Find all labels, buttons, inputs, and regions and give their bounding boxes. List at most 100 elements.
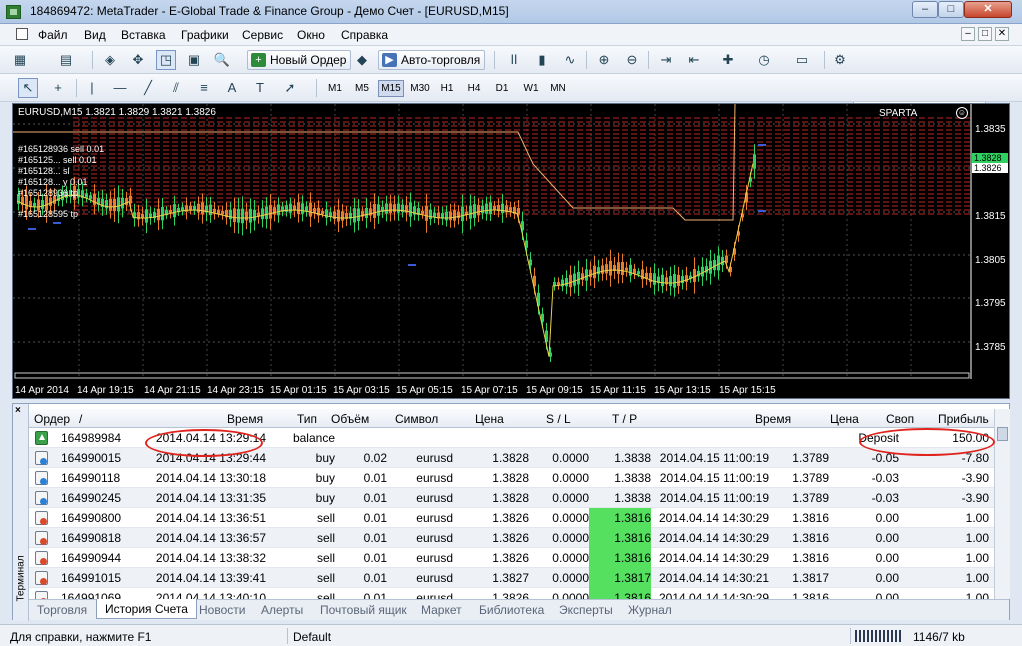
timeframe-w1[interactable]: W1 bbox=[519, 80, 543, 97]
vertical-line-icon[interactable]: | bbox=[82, 78, 102, 98]
tab-mailbox[interactable]: Почтовый ящик bbox=[320, 603, 407, 617]
profiles-icon[interactable]: ▤ bbox=[56, 50, 76, 70]
timeframe-d1[interactable]: D1 bbox=[491, 80, 513, 97]
bar-chart-icon[interactable]: ǀǀ bbox=[504, 50, 524, 70]
timeframe-h1[interactable]: H1 bbox=[436, 80, 458, 97]
templates-icon[interactable]: ▭ bbox=[792, 50, 812, 70]
horizontal-line-icon[interactable]: — bbox=[110, 78, 130, 98]
scroll-thumb[interactable] bbox=[997, 427, 1008, 441]
zoom-out-icon[interactable]: ⊖ bbox=[622, 50, 642, 70]
chart-shift-icon[interactable]: ⇤ bbox=[684, 50, 704, 70]
col-sl[interactable]: S / L bbox=[546, 412, 571, 426]
arrows-icon[interactable]: ➚ bbox=[280, 78, 300, 98]
candlestick-icon[interactable]: ▮ bbox=[532, 50, 552, 70]
terminal-close-icon[interactable]: × bbox=[15, 405, 21, 416]
timeframe-h4[interactable]: H4 bbox=[463, 80, 485, 97]
tab-library[interactable]: Библиотека bbox=[479, 603, 544, 617]
tab-market[interactable]: Маркет bbox=[421, 603, 462, 617]
col-symbol[interactable]: Символ bbox=[395, 412, 438, 426]
chart-scrollbar bbox=[14, 372, 970, 379]
terminal-panel: × Терминал Ордер / Время Тип Объём Симво… bbox=[12, 403, 1010, 621]
new-order-button[interactable]: + Новый Ордер bbox=[247, 50, 352, 70]
col-order[interactable]: Ордер bbox=[34, 412, 70, 426]
col-volume[interactable]: Объём bbox=[331, 412, 369, 426]
col-profit[interactable]: Прибыль bbox=[938, 412, 989, 426]
timeframe-m30[interactable]: M30 bbox=[407, 80, 433, 97]
terminal-icon[interactable]: ▣ bbox=[184, 50, 204, 70]
menu-help[interactable]: Справка bbox=[341, 28, 388, 42]
history-row[interactable]: 164990118 2014.04.14 13:30:18 buy 0.01 eurus… bbox=[29, 468, 994, 488]
navigator-icon[interactable]: ◳ bbox=[156, 50, 176, 70]
tab-journal[interactable]: Журнал bbox=[628, 603, 672, 617]
candle bbox=[357, 208, 360, 222]
timeframe-m5[interactable]: M5 bbox=[351, 80, 373, 97]
market-watch-icon[interactable]: ◈ bbox=[100, 50, 120, 70]
chart-window-icon[interactable] bbox=[16, 28, 28, 40]
tester-icon[interactable]: 🔍 bbox=[212, 50, 232, 70]
history-row[interactable]: 164990800 2014.04.14 13:36:51 sell 0.01 euru… bbox=[29, 508, 994, 528]
metaeditor-icon[interactable]: ◆ bbox=[352, 50, 372, 70]
history-row[interactable]: 164990818 2014.04.14 13:36:57 sell 0.01 euru… bbox=[29, 528, 994, 548]
cell-open-time: 2014.04.14 13:30:18 bbox=[155, 471, 266, 485]
cell-tp: 1.3817 bbox=[614, 571, 651, 585]
price-chart[interactable]: EURUSD,M15 1.3821 1.3829 1.3821 1.3826 #… bbox=[12, 103, 1010, 399]
history-row[interactable]: 164990245 2014.04.14 13:31:35 buy 0.01 eurus… bbox=[29, 488, 994, 508]
zoom-in-icon[interactable]: ⊕ bbox=[594, 50, 614, 70]
mdi-close-button[interactable]: ✕ bbox=[995, 27, 1009, 41]
channel-icon[interactable]: ⫽ bbox=[166, 78, 186, 98]
history-row[interactable]: 164990944 2014.04.14 13:38:32 sell 0.01 euru… bbox=[29, 548, 994, 568]
menu-tools[interactable]: Сервис bbox=[242, 28, 283, 42]
mdi-restore-button[interactable]: □ bbox=[978, 27, 992, 41]
close-button[interactable]: ✕ bbox=[964, 1, 1012, 18]
time-tick: 14 Apr 2014 bbox=[15, 385, 69, 396]
cell-volume: 0.01 bbox=[363, 491, 387, 505]
trendline-icon[interactable]: ╱ bbox=[138, 78, 158, 98]
cursor-icon[interactable]: ↖ bbox=[18, 78, 38, 98]
tab-news[interactable]: Новости bbox=[199, 603, 245, 617]
menu-charts[interactable]: Графики bbox=[181, 28, 229, 42]
order-marker bbox=[758, 144, 766, 146]
cell-profit: -3.90 bbox=[961, 471, 989, 485]
autoscroll-icon[interactable]: ⇥ bbox=[656, 50, 676, 70]
maximize-button[interactable]: □ bbox=[938, 1, 964, 18]
menu-file[interactable]: Файл bbox=[38, 28, 68, 42]
crosshair-icon[interactable]: + bbox=[48, 78, 68, 98]
menu-window[interactable]: Окно bbox=[297, 28, 325, 42]
menu-view[interactable]: Вид bbox=[84, 28, 106, 42]
col-tp[interactable]: T / P bbox=[612, 412, 637, 426]
expert-smiley-icon[interactable]: ☺ bbox=[956, 107, 968, 119]
menu-insert[interactable]: Вставка bbox=[121, 28, 166, 42]
options-gear-icon[interactable]: ⚙ bbox=[830, 50, 850, 70]
mdi-minimize-button[interactable]: – bbox=[961, 27, 975, 41]
data-window-icon[interactable]: ✥ bbox=[128, 50, 148, 70]
cell-order: 164989984 bbox=[61, 431, 122, 445]
new-chart-icon[interactable]: ▦ bbox=[10, 50, 30, 70]
auto-trading-button[interactable]: ▶ Авто-торговля bbox=[378, 50, 486, 70]
text-label-icon[interactable]: T bbox=[250, 78, 270, 98]
line-chart-icon[interactable]: ∿ bbox=[560, 50, 580, 70]
minimize-button[interactable]: – bbox=[912, 1, 938, 18]
auto-trading-icon: ▶ bbox=[382, 53, 397, 67]
cell-open-time: 2014.04.14 13:38:32 bbox=[155, 551, 266, 565]
periods-icon[interactable]: ◷ bbox=[754, 50, 774, 70]
timeframe-m1[interactable]: M1 bbox=[324, 80, 346, 97]
cell-tp: 1.3838 bbox=[614, 471, 651, 485]
text-icon[interactable]: A bbox=[222, 78, 242, 98]
tab-trade[interactable]: Торговля bbox=[37, 603, 87, 617]
fibonacci-icon[interactable]: ≡ bbox=[194, 78, 214, 98]
col-open-time[interactable]: Время bbox=[227, 412, 263, 426]
tab-experts[interactable]: Эксперты bbox=[559, 603, 613, 617]
history-row[interactable]: 164991015 2014.04.14 13:39:41 sell 0.01 euru… bbox=[29, 568, 994, 588]
col-close-price[interactable]: Цена bbox=[830, 412, 859, 426]
col-open-price[interactable]: Цена bbox=[475, 412, 504, 426]
tab-alerts[interactable]: Алерты bbox=[261, 603, 303, 617]
col-swap[interactable]: Своп bbox=[886, 412, 914, 426]
time-tick: 15 Apr 01:15 bbox=[270, 385, 327, 396]
indicators-icon[interactable]: ✚ bbox=[718, 50, 738, 70]
timeframe-mn[interactable]: MN bbox=[546, 80, 570, 97]
timeframe-m15[interactable]: M15 bbox=[378, 80, 404, 97]
tab-account-history[interactable]: История Счета bbox=[96, 599, 197, 619]
col-close-time[interactable]: Время bbox=[755, 412, 791, 426]
col-type[interactable]: Тип bbox=[297, 412, 317, 426]
history-scrollbar[interactable] bbox=[994, 409, 1010, 599]
